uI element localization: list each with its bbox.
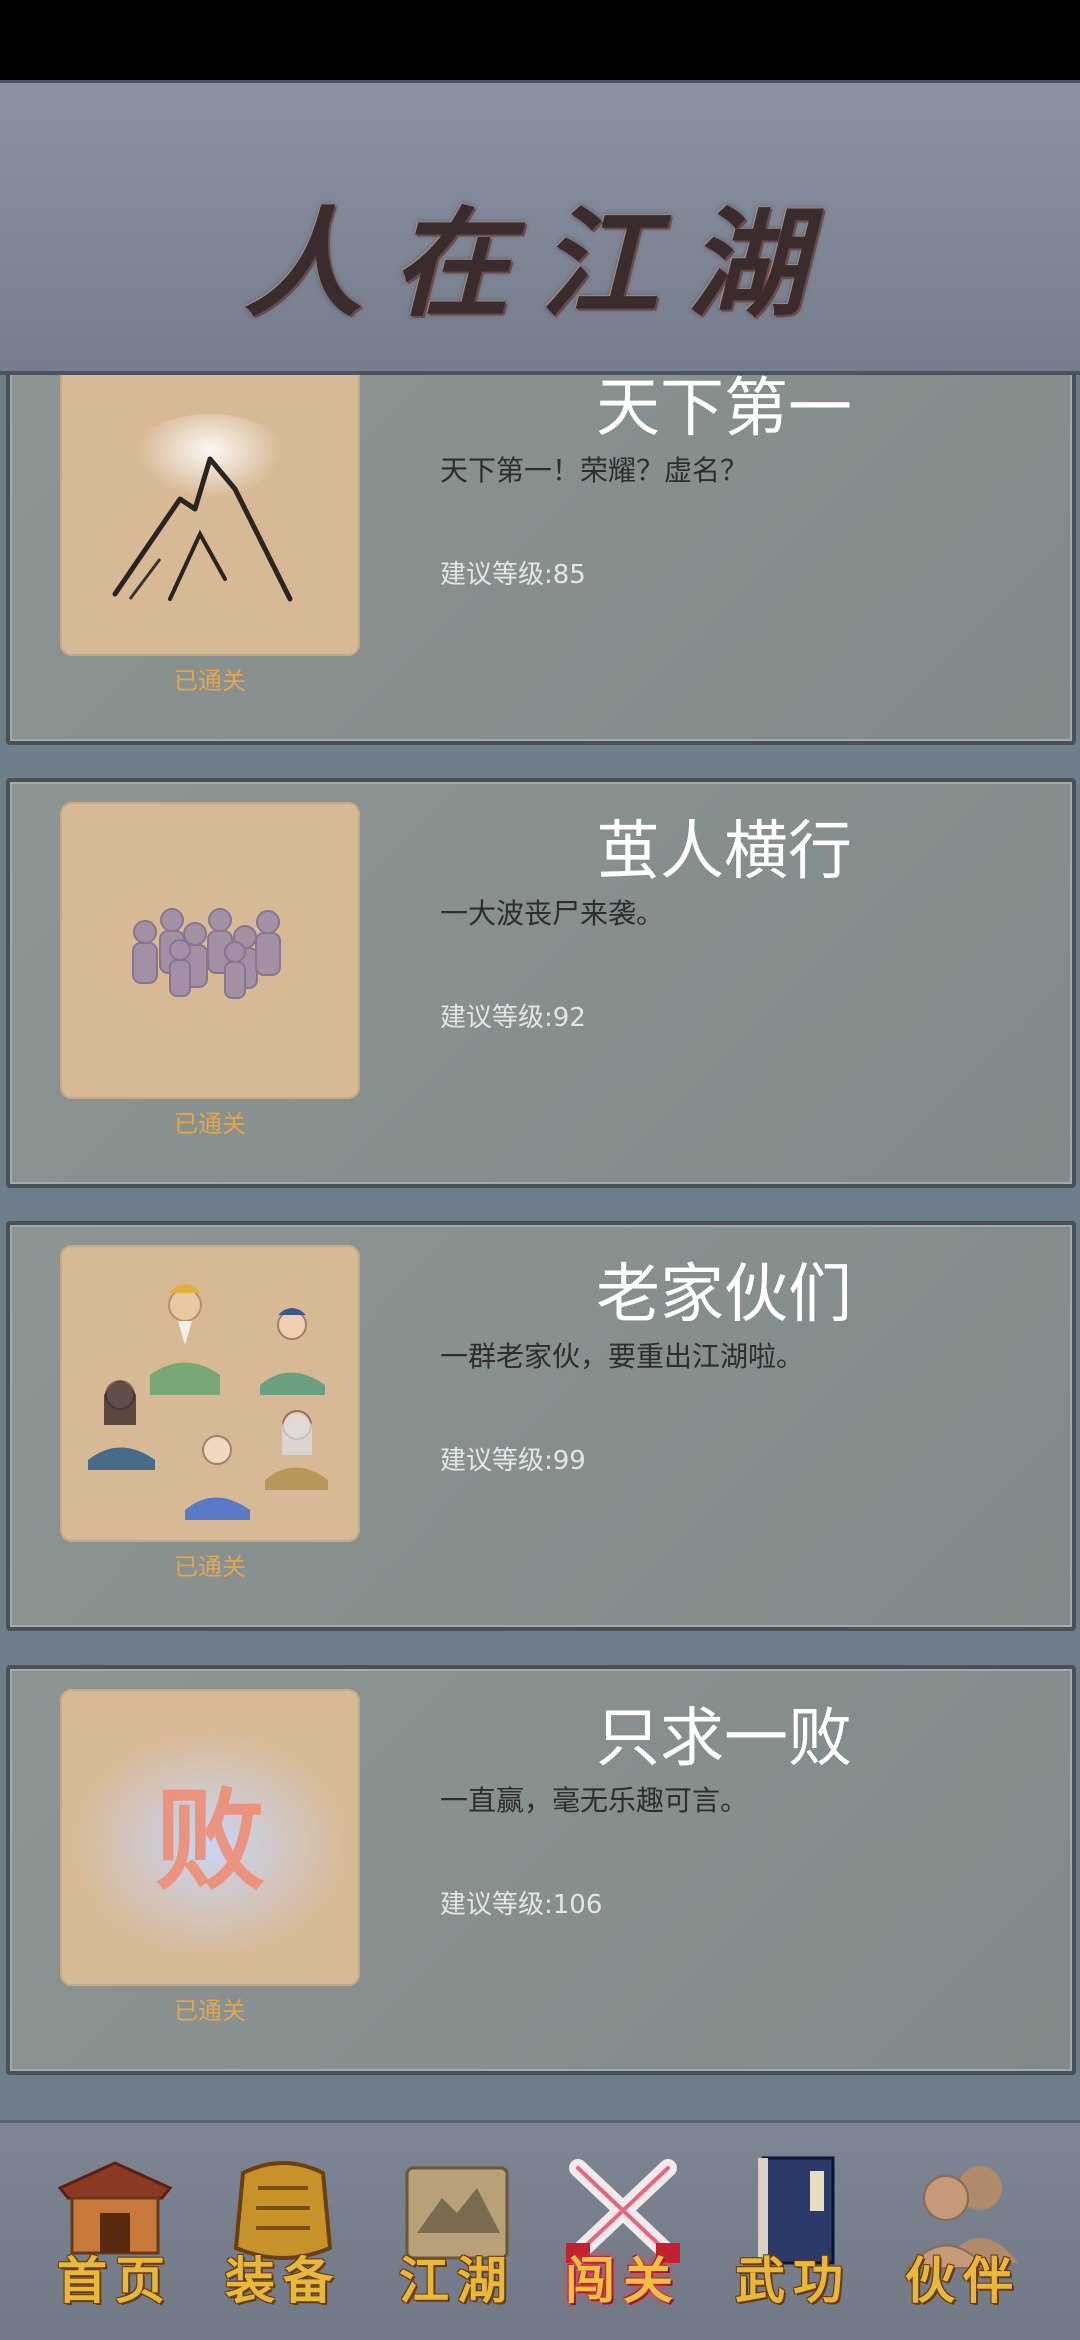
nav-partners[interactable]: 伙伴 xyxy=(888,2153,1038,2313)
nav-martial-arts[interactable]: 武功 xyxy=(718,2153,868,2313)
level-list[interactable]: 已通关 天下第一 天下第一！荣耀？虚名？ 建议等级:85 已通关 茧人横行 一大… xyxy=(0,375,1080,2120)
nav-equipment[interactable]: 装备 xyxy=(208,2153,358,2313)
nav-jianghu[interactable]: 江湖 xyxy=(382,2153,532,2313)
nav-label: 闯关 xyxy=(565,2251,681,2310)
level-requirement: 建议等级:99 xyxy=(440,1446,586,1476)
level-title: 老家伙们 xyxy=(596,1258,852,1332)
bottom-nav: 首页 装备 江湖 闯关 武功 伙伴 xyxy=(0,2120,1080,2340)
nav-label: 武功 xyxy=(735,2251,851,2310)
level-card[interactable]: 已通关 老家伙们 一群老家伙，要重出江湖啦。 建议等级:99 xyxy=(6,1221,1076,1631)
defeat-char: 败 xyxy=(155,1776,265,1905)
nav-challenge[interactable]: 闯关 xyxy=(548,2153,698,2313)
level-description: 一大波丧尸来袭。 xyxy=(440,897,665,930)
level-title: 天下第一 xyxy=(596,375,852,446)
defeat-char-icon: 败 xyxy=(60,1689,360,1986)
level-description: 一直赢，毫无乐趣可言。 xyxy=(440,1784,749,1817)
level-requirement: 建议等级:106 xyxy=(440,1890,603,1920)
page-title: 人在江湖 xyxy=(243,194,836,333)
nav-label: 江湖 xyxy=(399,2251,515,2310)
level-requirement: 建议等级:85 xyxy=(440,560,586,590)
status-bar xyxy=(0,0,1080,80)
level-card[interactable]: 败 已通关 只求一败 一直赢，毫无乐趣可言。 建议等级:106 xyxy=(6,1665,1076,2075)
nav-label: 装备 xyxy=(225,2251,341,2310)
elders-icon xyxy=(60,1245,360,1542)
mountain-icon xyxy=(60,375,360,656)
level-title: 只求一败 xyxy=(596,1702,852,1776)
level-card[interactable]: 已通关 茧人横行 一大波丧尸来袭。 建议等级:92 xyxy=(6,778,1076,1188)
level-description: 一群老家伙，要重出江湖啦。 xyxy=(440,1340,805,1373)
level-card[interactable]: 已通关 天下第一 天下第一！荣耀？虚名？ 建议等级:85 xyxy=(6,375,1076,745)
nav-label: 伙伴 xyxy=(905,2251,1021,2310)
level-description: 天下第一！荣耀？虚名？ xyxy=(440,454,749,487)
status-badge: 已通关 xyxy=(174,1553,246,1581)
status-badge: 已通关 xyxy=(174,1997,246,2025)
level-title: 茧人横行 xyxy=(596,815,852,889)
zombies-icon xyxy=(60,802,360,1099)
header: 人在江湖 xyxy=(0,80,1080,375)
status-badge: 已通关 xyxy=(174,1110,246,1138)
nav-label: 首页 xyxy=(57,2251,173,2310)
status-badge: 已通关 xyxy=(174,667,246,695)
level-requirement: 建议等级:92 xyxy=(440,1003,586,1033)
nav-home[interactable]: 首页 xyxy=(40,2153,190,2313)
